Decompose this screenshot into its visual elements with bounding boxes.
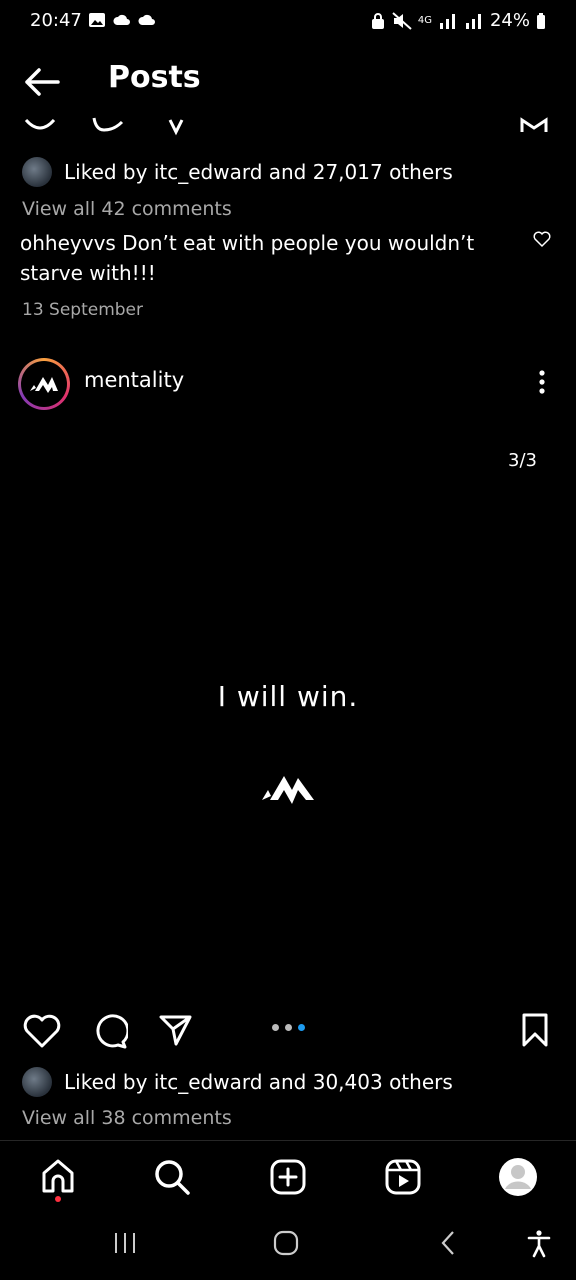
create-icon[interactable]	[268, 1157, 308, 1197]
system-back-icon[interactable]	[434, 1228, 464, 1258]
post-likes[interactable]: Liked by itc_edward and 30,403 others	[22, 1067, 453, 1097]
bottom-navigation	[0, 1140, 576, 1219]
network-type: 4G	[417, 14, 432, 26]
save-bookmark-icon[interactable]	[520, 1012, 550, 1048]
signal-icon-2	[465, 13, 481, 29]
home-notification-dot	[55, 1196, 61, 1202]
gallery-icon	[89, 13, 105, 27]
carousel-dot-active	[298, 1024, 305, 1031]
reels-icon[interactable]	[383, 1157, 423, 1197]
view-comments-link[interactable]: View all 38 comments	[22, 1107, 232, 1129]
signal-icon	[439, 13, 455, 29]
home-button-icon[interactable]	[271, 1228, 301, 1258]
caption-like-icon[interactable]	[532, 230, 552, 248]
battery-icon	[537, 12, 545, 29]
carousel-indicator	[272, 1024, 305, 1031]
slide-counter: 3/3	[508, 450, 537, 471]
like-icon[interactable]	[22, 1012, 62, 1050]
post-image-text: I will win.	[217, 680, 359, 713]
more-options-icon[interactable]	[530, 368, 554, 398]
liker-avatar	[22, 1067, 52, 1097]
previous-post-action-icons[interactable]	[0, 114, 576, 138]
post-username[interactable]: mentality	[84, 368, 184, 392]
mentality-logo-icon	[30, 377, 58, 393]
cloud-sync-icon	[138, 14, 155, 25]
liker-avatar	[22, 157, 52, 187]
liked-by-text: Liked by itc_edward and 27,017 others	[64, 160, 453, 184]
recent-apps-icon[interactable]	[110, 1228, 140, 1258]
accessibility-icon[interactable]	[524, 1228, 554, 1258]
page-title: Posts	[108, 60, 201, 95]
mute-icon	[392, 11, 412, 30]
search-icon[interactable]	[152, 1157, 192, 1197]
cloud-upload-icon	[113, 14, 130, 25]
comment-icon[interactable]	[90, 1012, 128, 1050]
profile-icon[interactable]	[498, 1157, 538, 1197]
carousel-dot	[285, 1024, 292, 1031]
post-author-avatar[interactable]	[18, 358, 70, 410]
mentality-logo-icon	[262, 776, 314, 804]
previous-post-likes[interactable]: Liked by itc_edward and 27,017 others	[22, 157, 453, 187]
back-arrow-icon[interactable]	[22, 64, 62, 100]
carousel-dot	[272, 1024, 279, 1031]
status-time: 20:47	[30, 10, 82, 31]
battery-percent: 24%	[489, 10, 530, 31]
view-comments-link[interactable]: View all 42 comments	[22, 198, 232, 220]
post-date: 13 September	[22, 300, 144, 320]
share-icon[interactable]	[158, 1012, 194, 1048]
status-right: 4G 24%	[370, 10, 546, 31]
home-icon[interactable]	[38, 1157, 78, 1197]
liked-by-text: Liked by itc_edward and 30,403 others	[64, 1070, 453, 1094]
status-notification-icons	[88, 11, 156, 29]
lock-icon	[371, 12, 384, 29]
post-caption: ohheyvvs Don’t eat with people you would…	[20, 231, 475, 285]
